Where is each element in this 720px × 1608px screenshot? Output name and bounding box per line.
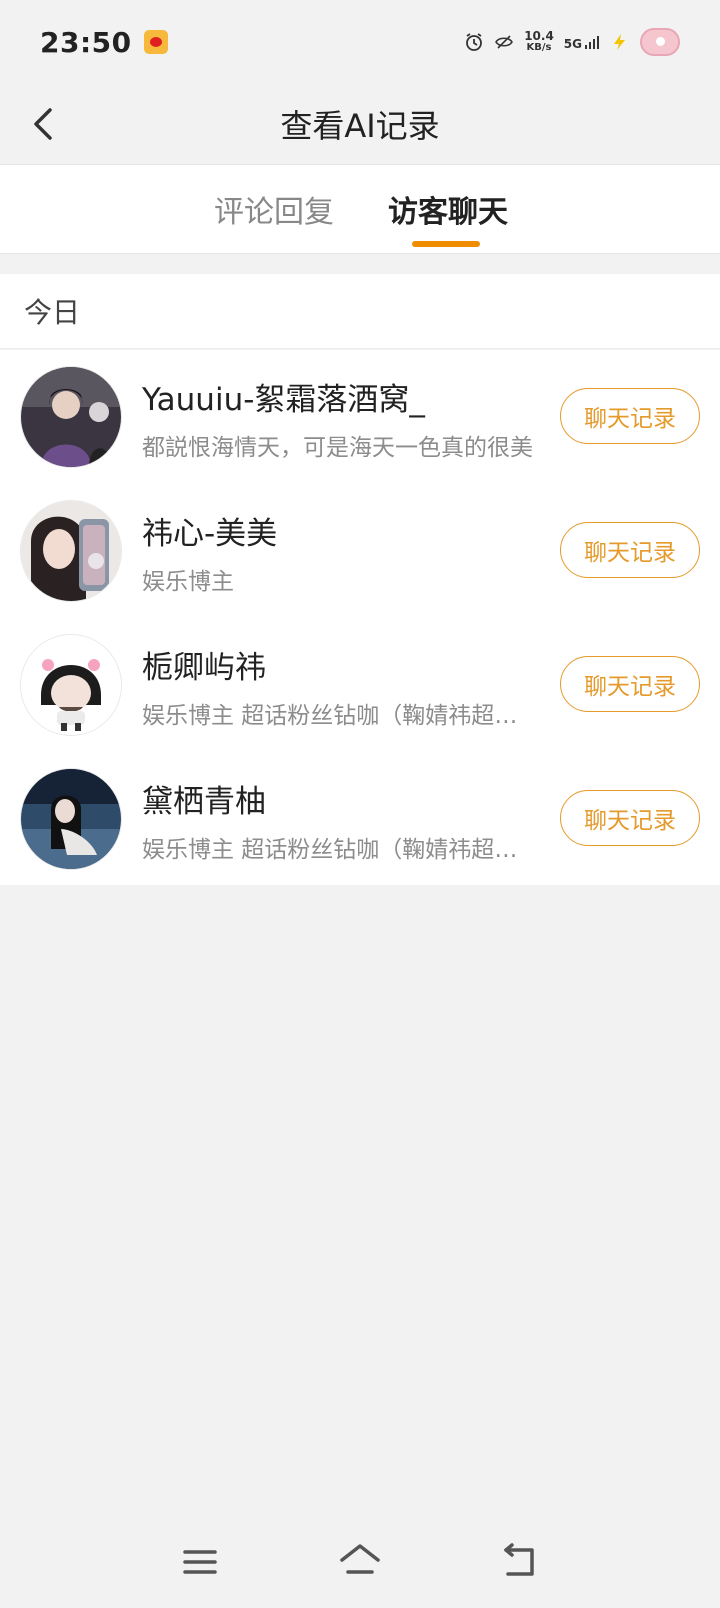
charging-icon	[614, 34, 625, 50]
chat-record-button[interactable]: 聊天记录	[560, 656, 700, 712]
user-name: 黛栖青柚	[142, 784, 266, 820]
back-icon[interactable]	[494, 1538, 546, 1586]
net-speed: 10.4 KB/s	[524, 30, 554, 54]
avatar[interactable]	[20, 634, 122, 736]
net-speed-unit: KB/s	[526, 42, 552, 53]
visitor-list: Yauuiu-絮霜落酒窝_ 都説恨海情天，可是海天一色真的很美 聊天记录 祎心-…	[0, 350, 720, 885]
network-indicator: 5G	[564, 34, 600, 50]
user-name: 祎心-美美	[142, 516, 278, 552]
avatar[interactable]	[20, 500, 122, 602]
eye-off-icon	[495, 35, 514, 49]
status-bar: 23:50 10.4 KB/s 5G	[0, 0, 720, 84]
avatar[interactable]	[20, 366, 122, 468]
weibo-icon	[143, 30, 168, 54]
system-nav-bar	[0, 1530, 720, 1608]
chat-record-button[interactable]: 聊天记录	[560, 790, 700, 846]
chat-record-button[interactable]: 聊天记录	[560, 388, 700, 444]
list-item: 黛栖青柚 娱乐博主 超话粉丝钻咖（鞠婧祎超话） 聊天记录	[0, 752, 720, 886]
user-name: Yauuiu-絮霜落酒窝_	[142, 382, 425, 418]
avatar[interactable]	[20, 768, 122, 870]
menu-icon[interactable]	[174, 1538, 226, 1586]
chevron-left-icon[interactable]	[24, 100, 68, 148]
user-desc: 娱乐博主 超话粉丝钻咖（鞠婧祎超话）	[142, 703, 534, 729]
user-desc: 娱乐博主 超话粉丝钻咖（鞠婧祎超话）	[142, 837, 534, 863]
donut-avatar-icon	[640, 28, 680, 56]
page-title: 查看AI记录	[280, 107, 440, 145]
section-label: 今日	[24, 296, 81, 329]
nav-bar: 查看AI记录	[0, 84, 720, 164]
chat-record-button[interactable]: 聊天记录	[560, 522, 700, 578]
tab-visitor-chat[interactable]: 访客聊天	[388, 187, 508, 231]
net-speed-value: 10.4	[524, 29, 554, 43]
list-item: 栀卿屿祎 娱乐博主 超话粉丝钻咖（鞠婧祎超话） 聊天记录	[0, 618, 720, 752]
tab-comment-reply[interactable]: 评论回复	[214, 187, 334, 231]
user-name: 栀卿屿祎	[142, 650, 266, 686]
home-icon[interactable]	[334, 1538, 386, 1586]
status-icons: 10.4 KB/s 5G	[464, 28, 680, 56]
status-time: 23:50	[40, 25, 132, 59]
alarm-icon	[466, 33, 483, 51]
list-item: Yauuiu-絮霜落酒窝_ 都説恨海情天，可是海天一色真的很美 聊天记录	[0, 350, 720, 484]
user-desc: 娱乐博主	[142, 569, 234, 595]
active-tab-indicator	[412, 241, 480, 247]
network-type: 5G	[563, 37, 582, 51]
list-item: 祎心-美美 娱乐博主 聊天记录	[0, 484, 720, 618]
tab-bar: 评论回复 访客聊天	[0, 164, 720, 254]
section-header: 今日	[0, 274, 720, 349]
user-desc: 都説恨海情天，可是海天一色真的很美	[142, 435, 533, 461]
signal-icon	[585, 36, 599, 49]
